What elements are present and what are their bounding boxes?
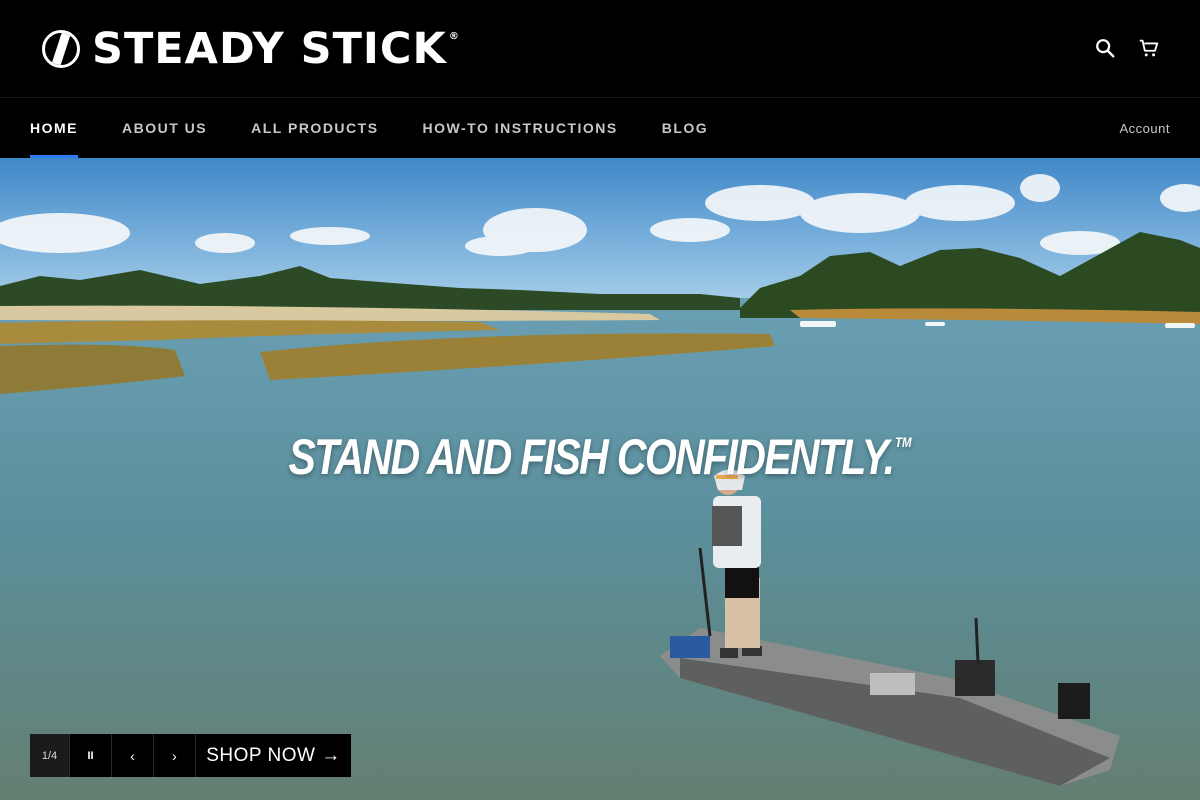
brand-name: STEADY STICK ® [92,23,460,74]
brand-logo[interactable]: STEADY STICK ® [42,23,460,74]
slideshow-controls: 1/4 II ‹ › SHOP NOW → [30,734,351,777]
chevron-left-icon: ‹ [130,747,135,764]
hero-slideshow: STAND AND FISH CONFIDENTLY. TM 1/4 II ‹ ›… [0,158,1200,800]
cart-icon[interactable] [1138,37,1160,59]
nav-item-blog[interactable]: BLOG [662,99,708,158]
account-link[interactable]: Account [1120,99,1170,158]
nav-item-home[interactable]: HOME [30,99,78,158]
previous-slide-button[interactable]: ‹ [112,734,154,777]
pause-button[interactable]: II [70,734,112,777]
trademark-mark: TM [894,434,912,450]
search-icon[interactable] [1094,37,1116,59]
logo-mark-icon [42,30,80,68]
next-slide-button[interactable]: › [154,734,196,777]
registered-mark: ® [448,30,460,42]
nav-item-all-products[interactable]: ALL PRODUCTS [251,99,378,158]
hero-headline: STAND AND FISH CONFIDENTLY. TM [288,429,912,485]
slide-counter: 1/4 [30,734,70,777]
nav-item-about-us[interactable]: ABOUT US [122,99,207,158]
site-header: STEADY STICK ® [0,0,1200,98]
pause-icon: II [87,749,94,762]
nav-item-how-to-instructions[interactable]: HOW-TO INSTRUCTIONS [423,99,618,158]
main-nav: HOME ABOUT US ALL PRODUCTS HOW-TO INSTRU… [0,99,1200,158]
chevron-right-icon: › [172,747,177,764]
shop-now-button[interactable]: SHOP NOW → [196,734,351,777]
